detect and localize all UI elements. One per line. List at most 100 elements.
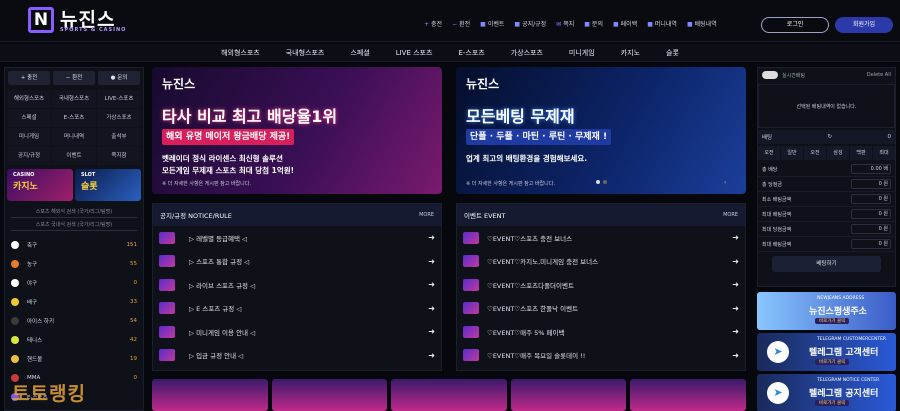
quick-button[interactable]: ● 문의	[98, 71, 140, 85]
join-button[interactable]: 회원가입	[835, 17, 893, 33]
sport-item[interactable]: 테니스 42	[5, 330, 143, 349]
quick-amount-button[interactable]: 일반	[781, 146, 803, 160]
carousel-next-icon[interactable]: ›	[724, 179, 726, 186]
casino-promo[interactable]: CASINO 카지노	[7, 169, 73, 201]
arrow-right-icon[interactable]: ➜	[732, 351, 739, 360]
sport-item[interactable]: 배구 33	[5, 292, 143, 311]
main-nav-item[interactable]: LIVE 스포츠	[383, 44, 446, 61]
quick-menu-item[interactable]: E-스포츠	[52, 109, 96, 127]
quick-amount-button[interactable]: 오전	[758, 146, 780, 160]
list-item[interactable]: ▷ 스포츠 통합 규정 ◁ ➜	[153, 250, 441, 274]
top-nav-item[interactable]: ■ 배팅내역	[687, 19, 717, 28]
top-nav-item[interactable]: ■ 페이백	[613, 19, 637, 28]
quick-menu-item[interactable]: 쪽지함	[97, 147, 141, 165]
arrow-right-icon[interactable]: ➜	[732, 280, 739, 289]
arrow-right-icon[interactable]: ➜	[428, 304, 435, 313]
top-nav-item[interactable]: ■ 머니내역	[647, 19, 677, 28]
quick-menu-item[interactable]: 공지/규정	[7, 147, 51, 165]
carousel-dot[interactable]	[603, 180, 607, 184]
main-nav-item[interactable]: 카지노	[608, 44, 653, 61]
arrow-right-icon[interactable]: ➜	[732, 233, 739, 242]
sport-item[interactable]: 축구 151	[5, 235, 143, 254]
overseas-search-input[interactable]: 스포츠 해외식 검색 (국가/리그/팀명)	[11, 207, 137, 218]
sport-item[interactable]: 농구 55	[5, 254, 143, 273]
brand-logo[interactable]: N 뉴진스 SPORTS & CASINO	[28, 7, 138, 37]
quick-menu-item[interactable]: 해외형스포츠	[7, 90, 51, 108]
top-nav-item[interactable]: ✉ 쪽지	[556, 19, 574, 28]
sport-item[interactable]: 핸드볼 19	[5, 349, 143, 368]
list-item[interactable]: ▷ 레벨별 등급혜택 ◁ ➜	[153, 226, 441, 250]
quick-menu-item[interactable]: 출석부	[97, 128, 141, 146]
domestic-search-input[interactable]: 스포츠 국내식 검색 (국가/리그/팀명)	[11, 220, 137, 231]
quick-menu-item[interactable]: 스페셜	[7, 109, 51, 127]
banner-no-limit[interactable]: 뉴진스 모든베팅 무제재 단폴 · 두폴 · 마틴 · 루틴 · 무제재 ! 업…	[456, 67, 746, 194]
top-nav-item[interactable]: − 환전	[452, 19, 470, 28]
arrow-right-icon[interactable]: ➜	[428, 233, 435, 242]
quick-amount-button[interactable]: 오전	[804, 146, 826, 160]
address-banner[interactable]: NEWJEANS ADDRESS 뉴진스평생주소 바로가기 클릭	[757, 292, 896, 330]
main-nav-item[interactable]: 스페셜	[337, 44, 382, 61]
login-button[interactable]: 로그인	[761, 17, 829, 33]
sport-item[interactable]: 아이스 하키 54	[5, 311, 143, 330]
arrow-right-icon[interactable]: ➜	[732, 327, 739, 336]
list-item-text: ♡EVENT♡카지노,미니게임 충전 보너스	[487, 258, 599, 267]
quick-button[interactable]: + 충전	[8, 71, 50, 85]
list-item[interactable]: ▷ E 스포츠 규정 ◁ ➜	[153, 297, 441, 321]
refresh-icon[interactable]: ↻	[772, 134, 887, 140]
arrow-right-icon[interactable]: ➜	[428, 280, 435, 289]
main-nav-item[interactable]: 슬롯	[653, 44, 692, 61]
event-more-link[interactable]: MORE	[723, 212, 738, 218]
list-item[interactable]: ▷ 라이브 스포츠 규정 ◁ ➜	[153, 273, 441, 297]
banner-tag: TELEGRAM CUSTOMERCENTER	[817, 337, 887, 342]
arrow-right-icon[interactable]: ➜	[428, 327, 435, 336]
list-item[interactable]: ♡EVENT♡스포츠 충전 보너스 ➜	[457, 226, 745, 250]
main-nav-item[interactable]: 가상스포츠	[498, 44, 556, 61]
arrow-right-icon[interactable]: ➜	[428, 257, 435, 266]
slot-promo[interactable]: SLOT 슬롯	[75, 169, 141, 201]
game-thumbnail[interactable]	[152, 379, 268, 411]
list-item[interactable]: ♡EVENT♡매주 5% 페이백 ➜	[457, 320, 745, 344]
list-item[interactable]: ♡EVENT♡매주 목요일 슬롯데이 !! ➜	[457, 344, 745, 368]
quick-menu-item[interactable]: 국내형스포츠	[52, 90, 96, 108]
game-thumbnail[interactable]	[271, 379, 388, 411]
arrow-right-icon[interactable]: ➜	[732, 304, 739, 313]
quick-amount-button[interactable]: 백판	[850, 146, 872, 160]
telegram-notice-banner[interactable]: ➤ TELEGRAM NOTICE CENTER 텔레그램 공지센터 바로가기 클릭	[757, 374, 896, 411]
list-item[interactable]: ♡EVENT♡카지노,미니게임 충전 보너스 ➜	[457, 250, 745, 274]
game-thumbnail[interactable]	[391, 379, 507, 411]
list-item[interactable]: ♡EVENT♡스포츠다폴더이벤트 ➜	[457, 273, 745, 297]
main-nav-item[interactable]: 국내형스포츠	[273, 44, 338, 61]
list-item[interactable]: ▷ 입금 규정 안내 ◁ ➜	[153, 344, 441, 368]
sport-name: 테니스	[27, 337, 43, 344]
top-nav-item[interactable]: ■ 문의	[584, 19, 603, 28]
quick-menu-item[interactable]: 미니게임	[7, 128, 51, 146]
arrow-right-icon[interactable]: ➜	[428, 351, 435, 360]
main-nav-item[interactable]: E-스포츠	[445, 44, 497, 61]
delete-all-button[interactable]: Delete All	[867, 72, 891, 78]
place-bet-button[interactable]: 배팅하기	[772, 256, 881, 272]
main-nav-item[interactable]: 미니게임	[556, 44, 608, 61]
game-thumbnail[interactable]	[510, 379, 627, 411]
sport-item[interactable]: 야구 0	[5, 273, 143, 292]
telegram-support-banner[interactable]: ➤ TELEGRAM CUSTOMERCENTER 텔레그램 고객센터 바로가기 클릭	[757, 333, 896, 371]
notice-more-link[interactable]: MORE	[419, 212, 434, 218]
arrow-right-icon[interactable]: ➜	[732, 257, 739, 266]
list-item[interactable]: ▷ 미니게임 이용 안내 ◁ ➜	[153, 320, 441, 344]
quick-amount-button[interactable]: 최대	[873, 146, 895, 160]
quick-menu-item[interactable]: LIVE-스포츠	[97, 90, 141, 108]
live-bet-toggle[interactable]	[762, 71, 778, 79]
top-nav-item[interactable]: ■ 공지/규정	[514, 19, 546, 28]
game-thumbnail[interactable]	[630, 379, 746, 411]
quick-amount-button[interactable]: 삼성	[827, 146, 849, 160]
top-nav-item[interactable]: ■ 이벤트	[480, 19, 504, 28]
quick-menu-item[interactable]: 가상스포츠	[97, 109, 141, 127]
carousel-dot[interactable]	[596, 180, 600, 184]
top-nav-item[interactable]: + 충전	[424, 19, 442, 28]
banner-payout[interactable]: 뉴진스 타사 비교 최고 배당율1위 해외 유명 메이저 왕금배당 제공! 벳레…	[152, 67, 442, 194]
main-nav-item[interactable]: 해외형스포츠	[208, 44, 273, 61]
carousel-dots[interactable]	[596, 180, 607, 184]
list-item[interactable]: ♡EVENT♡스포츠 한폴낙 이벤트 ➜	[457, 297, 745, 321]
quick-button[interactable]: − 환전	[53, 71, 95, 85]
quick-menu-item[interactable]: 머니내역	[52, 128, 96, 146]
quick-menu-item[interactable]: 이벤트	[52, 147, 96, 165]
